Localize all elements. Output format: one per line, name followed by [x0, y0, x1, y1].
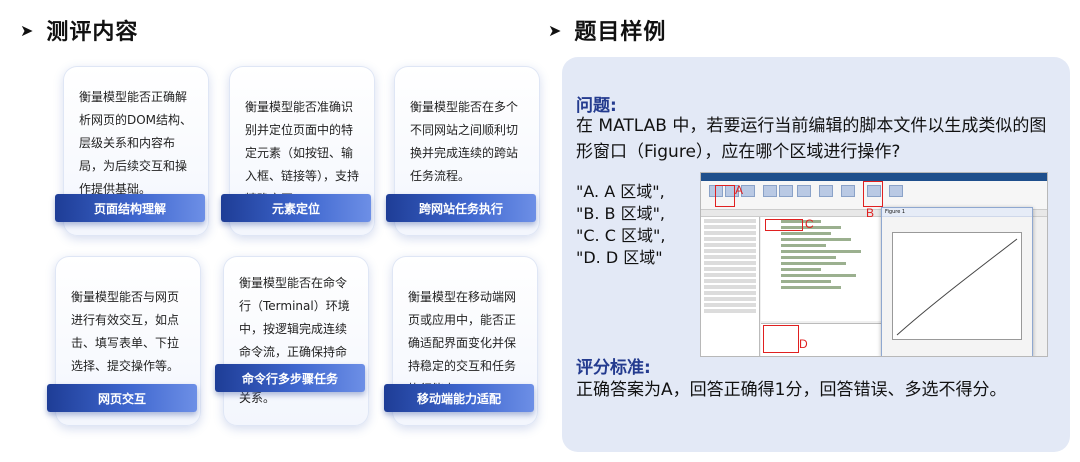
ribbon-button-icon: [741, 185, 755, 197]
example-panel: 问题: 在 MATLAB 中，若要运行当前编辑的脚本文件以生成类似的图形窗口（F…: [562, 57, 1070, 452]
option-a: "A. A 区域",: [576, 182, 665, 201]
matlab-screenshot: Figure 1 A B C D: [700, 172, 1048, 357]
question-text: 在 MATLAB 中，若要运行当前编辑的脚本文件以生成类似的图形窗口（Figur…: [576, 116, 1047, 162]
card-page-structure: 衡量模型能否正确解析网页的DOM结构、层级关系和内容布局，为后续交互和操作提供基…: [55, 66, 209, 236]
marker-box-d: [763, 325, 799, 353]
matlab-tabs: [701, 173, 1047, 181]
section-title-evaluation: ➤ 测评内容: [20, 14, 138, 46]
marker-box-a: [715, 185, 735, 207]
card-description: 衡量模型能否与网页进行有效交互，如点击、填写表单、下拉选择、提交操作等。: [71, 290, 180, 373]
arrow-right-icon: ➤: [548, 20, 563, 40]
card-tag: 命令行多步骤任务: [215, 364, 365, 392]
card-tag: 页面结构理解: [55, 194, 205, 222]
ribbon-button-icon: [819, 185, 833, 197]
card-web-interaction: 衡量模型能否与网页进行有效交互，如点击、填写表单、下拉选择、提交操作等。 网页交…: [47, 256, 201, 426]
matlab-figure-window: Figure 1: [881, 207, 1033, 356]
ribbon-button-icon: [841, 185, 855, 197]
matlab-file-browser: [701, 217, 760, 356]
arrow-right-icon: ➤: [20, 20, 35, 40]
option-c: "C. C 区域",: [576, 226, 666, 245]
figure-plot-area: [892, 232, 1022, 340]
card-description: 衡量模型能否正确解析网页的DOM结构、层级关系和内容布局，为后续交互和操作提供基…: [79, 90, 193, 196]
marker-box-b: [863, 181, 883, 207]
section-title-example: ➤ 题目样例: [548, 14, 666, 46]
figure-curve: [896, 238, 1018, 336]
marker-letter-b: B: [866, 206, 875, 220]
marker-letter-a: A: [735, 183, 744, 197]
marker-box-c: [765, 219, 803, 231]
card-element-locate: 衡量模型能否准确识别并定位页面中的特定元素（如按钮、输入框、链接等），支持精确交…: [221, 66, 375, 236]
figure-title: Figure 1: [882, 208, 1032, 217]
card-cross-site: 衡量模型能否在多个不同网站之间顺利切换并完成连续的跨站任务流程。 跨网站任务执行: [386, 66, 540, 236]
section-title-text: 测评内容: [46, 20, 139, 45]
card-command-line: 衡量模型能否在命令行（Terminal）环境中，按逻辑完成连续命令流，正确保持命…: [215, 256, 369, 426]
matlab-editor: [761, 217, 890, 321]
marker-letter-c: C: [805, 217, 814, 231]
card-mobile: 衡量模型在移动端网页或应用中，能否正确适配界面变化并保持稳定的交互和任务执行能力…: [384, 256, 538, 426]
option-b: "B. B 区域",: [576, 204, 666, 223]
card-tag: 跨网站任务执行: [386, 194, 536, 222]
card-tag: 网页交互: [47, 384, 197, 412]
ribbon-button-icon: [763, 185, 777, 197]
answer-options: "A. A 区域", "B. B 区域", "C. C 区域", "D. D 区…: [576, 181, 665, 269]
ribbon-button-icon: [797, 185, 811, 197]
card-description: 衡量模型能否在多个不同网站之间顺利切换并完成连续的跨站任务流程。: [410, 100, 519, 183]
marker-letter-d: D: [799, 337, 808, 351]
score-text: 正确答案为A，回答正确得1分，回答错误、多选不得分。: [576, 380, 1007, 400]
card-tag: 移动端能力适配: [384, 384, 534, 412]
card-tag: 元素定位: [221, 194, 371, 222]
ribbon-button-icon: [889, 185, 903, 197]
option-d: "D. D 区域": [576, 248, 663, 267]
section-title-text: 题目样例: [574, 20, 667, 45]
ribbon-button-icon: [779, 185, 793, 197]
